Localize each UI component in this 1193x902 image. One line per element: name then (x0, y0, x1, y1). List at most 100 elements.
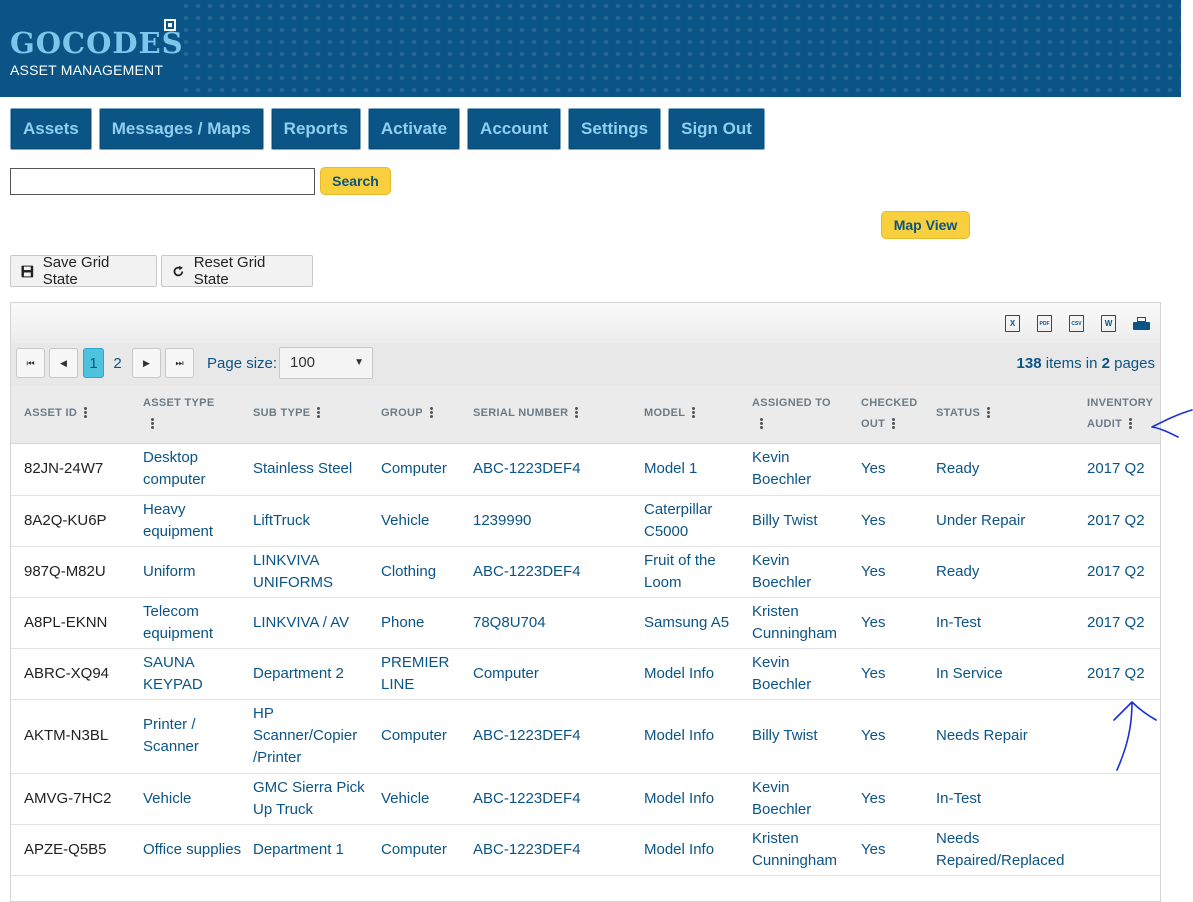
column-menu-icon[interactable] (892, 417, 896, 430)
cell-assigned-to[interactable]: Kevin Boechler (752, 443, 852, 495)
cell-model[interactable]: Samsung A5 (644, 597, 744, 648)
cell-model[interactable]: Model 1 (644, 443, 744, 495)
cell-serial-number[interactable]: 1239990 (473, 495, 633, 546)
cell-model[interactable]: Fruit of the Loom (644, 546, 744, 597)
save-grid-state-button[interactable]: Save Grid State (10, 254, 157, 288)
cell-sub-type[interactable]: HP Scanner/Copier /Printer (253, 699, 373, 773)
cell-checked-out[interactable]: Yes (861, 443, 931, 495)
nav-account-button[interactable]: Account (467, 108, 562, 150)
cell-status[interactable]: Under Repair (936, 495, 1081, 546)
cell-sub-type[interactable]: LINKVIVA / AV (253, 597, 373, 648)
table-row[interactable]: AKTM-N3BL Printer / Scanner HP Scanner/Cop… (11, 699, 1160, 774)
cell-serial-number[interactable]: ABC-1223DEF4 (473, 824, 633, 875)
cell-assigned-to[interactable]: Kristen Cunningham (752, 597, 852, 648)
cell-assigned-to[interactable]: Billy Twist (752, 495, 852, 546)
cell-status[interactable]: In-Test (936, 773, 1081, 824)
cell-group[interactable]: Vehicle (381, 773, 466, 824)
cell-serial-number[interactable]: ABC-1223DEF4 (473, 699, 633, 773)
search-button[interactable]: Search (320, 167, 391, 195)
table-row[interactable]: 987Q-M82U Uniform LINKVIVA UNIFORMS Clothin… (11, 546, 1160, 598)
cell-inventory-audit[interactable]: 2017 Q2 (1087, 597, 1157, 648)
nav-activate-button[interactable]: Activate (367, 108, 461, 150)
cell-checked-out[interactable]: Yes (861, 824, 931, 875)
cell-model[interactable]: Model Info (644, 699, 744, 773)
cell-status[interactable]: Ready (936, 546, 1081, 597)
table-row[interactable]: 82JN-24W7 Desktop computer Stainless Steel… (11, 443, 1160, 496)
cell-status[interactable]: Needs Repair (936, 699, 1081, 773)
cell-asset-type[interactable]: SAUNA KEYPAD (143, 648, 243, 699)
cell-group[interactable]: Computer (381, 443, 466, 495)
next-page-icon[interactable]: ▶ (132, 348, 161, 378)
nav-reports-button[interactable]: Reports (270, 108, 361, 150)
cell-assigned-to[interactable]: Kevin Boechler (752, 648, 852, 699)
cell-group[interactable]: PREMIER LINE (381, 648, 466, 699)
print-icon[interactable] (1133, 317, 1150, 331)
table-row[interactable]: A8PL-EKNN Telecom equipment LINKVIVA / AV P… (11, 597, 1160, 649)
nav-assets-button[interactable]: Assets (10, 108, 92, 150)
cell-inventory-audit[interactable] (1087, 773, 1157, 824)
cell-model[interactable]: Model Info (644, 824, 744, 875)
column-menu-icon[interactable] (575, 406, 579, 419)
cell-serial-number[interactable]: 78Q8U704 (473, 597, 633, 648)
cell-asset-type[interactable]: Printer / Scanner (143, 699, 243, 773)
cell-assigned-to[interactable]: Kristen Cunningham (752, 824, 852, 875)
cell-model[interactable]: Model Info (644, 773, 744, 824)
word-export-icon[interactable]: W (1101, 315, 1116, 332)
first-page-icon[interactable]: ⏮ (16, 348, 45, 378)
table-row[interactable]: AMVG-7HC2 Vehicle GMC Sierra Pick Up Truck… (11, 773, 1160, 825)
cell-status[interactable]: Ready (936, 443, 1081, 495)
cell-sub-type[interactable]: Department 2 (253, 648, 373, 699)
cell-asset-type[interactable]: Vehicle (143, 773, 243, 824)
column-menu-icon[interactable] (760, 417, 763, 430)
gocodes-logo[interactable]: GOCODES (10, 26, 184, 60)
page-size-select[interactable]: 100 ▼ (279, 347, 373, 379)
cell-group[interactable]: Clothing (381, 546, 466, 597)
cell-serial-number[interactable]: ABC-1223DEF4 (473, 443, 633, 495)
excel-export-icon[interactable]: X (1005, 315, 1020, 332)
nav-messages-maps-button[interactable]: Messages / Maps (98, 108, 264, 150)
cell-asset-type[interactable]: Heavy equipment (143, 495, 243, 546)
cell-sub-type[interactable]: Stainless Steel (253, 443, 373, 495)
column-menu-icon[interactable] (692, 406, 696, 419)
cell-group[interactable]: Phone (381, 597, 466, 648)
cell-inventory-audit[interactable]: 2017 Q2 (1087, 495, 1157, 546)
column-menu-icon[interactable] (429, 406, 433, 419)
page-2-button[interactable]: 2 (107, 348, 128, 378)
cell-inventory-audit[interactable] (1087, 699, 1157, 773)
nav-sign-out-button[interactable]: Sign Out (668, 108, 765, 150)
cell-inventory-audit[interactable] (1087, 824, 1157, 875)
cell-assigned-to[interactable]: Kevin Boechler (752, 773, 852, 824)
table-row[interactable]: 8A2Q-KU6P Heavy equipment LiftTruck Vehicle… (11, 495, 1160, 547)
column-menu-icon[interactable] (317, 406, 321, 419)
cell-model[interactable]: Caterpillar C5000 (644, 495, 744, 546)
cell-asset-type[interactable]: Telecom equipment (143, 597, 243, 648)
column-menu-icon[interactable] (84, 406, 88, 419)
cell-checked-out[interactable]: Yes (861, 773, 931, 824)
cell-group[interactable]: Vehicle (381, 495, 466, 546)
cell-sub-type[interactable]: Department 1 (253, 824, 373, 875)
cell-model[interactable]: Model Info (644, 648, 744, 699)
column-menu-icon[interactable] (1129, 417, 1133, 430)
cell-inventory-audit[interactable]: 2017 Q2 (1087, 648, 1157, 699)
csv-export-icon[interactable]: CSV (1069, 315, 1084, 332)
cell-group[interactable]: Computer (381, 699, 466, 773)
last-page-icon[interactable]: ⏭ (165, 348, 194, 378)
cell-checked-out[interactable]: Yes (861, 495, 931, 546)
cell-asset-type[interactable]: Desktop computer (143, 443, 243, 495)
cell-checked-out[interactable]: Yes (861, 699, 931, 773)
cell-inventory-audit[interactable]: 2017 Q2 (1087, 546, 1157, 597)
column-menu-icon[interactable] (151, 417, 154, 430)
page-1-button[interactable]: 1 (83, 348, 104, 378)
cell-status[interactable]: Needs Repaired/Replaced (936, 824, 1081, 875)
cell-sub-type[interactable]: GMC Sierra Pick Up Truck (253, 773, 373, 824)
reset-grid-state-button[interactable]: Reset Grid State (161, 254, 313, 288)
table-row[interactable]: ABRC-XQ94 SAUNA KEYPAD Department 2 PREMIER… (11, 648, 1160, 700)
cell-serial-number[interactable]: ABC-1223DEF4 (473, 546, 633, 597)
map-view-button[interactable]: Map View (881, 211, 970, 239)
cell-inventory-audit[interactable]: 2017 Q2 (1087, 443, 1157, 495)
cell-status[interactable]: In Service (936, 648, 1081, 699)
cell-sub-type[interactable]: LiftTruck (253, 495, 373, 546)
cell-checked-out[interactable]: Yes (861, 597, 931, 648)
nav-settings-button[interactable]: Settings (568, 108, 662, 150)
table-row[interactable]: APZE-Q5B5 Office supplies Department 1 Comp… (11, 824, 1160, 876)
